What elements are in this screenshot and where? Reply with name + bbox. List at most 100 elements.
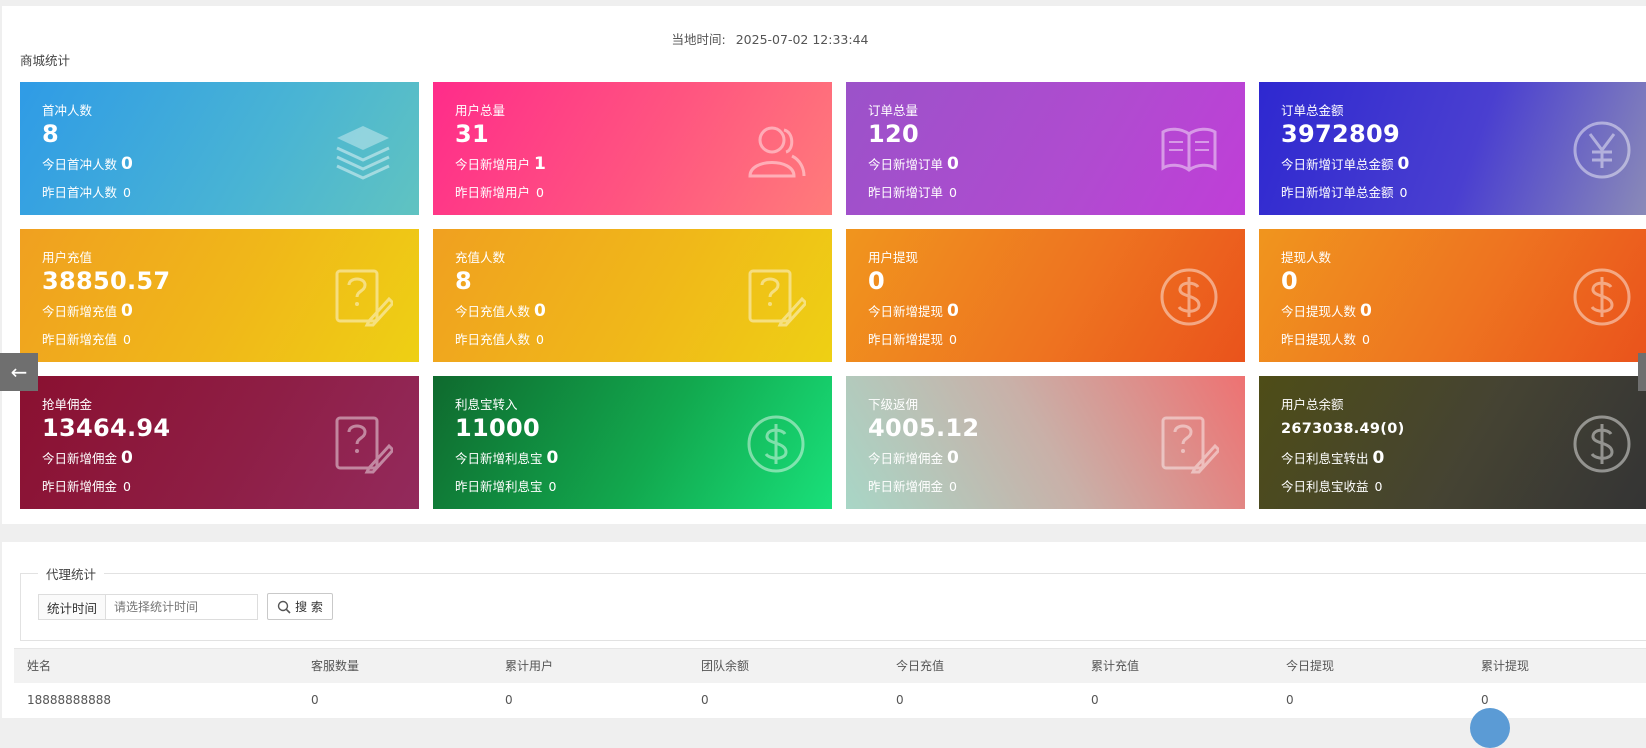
card-yesterday-label: 昨日充值人数 [455,332,531,347]
table-cell: 0 [1091,693,1099,707]
card-yesterday-label: 昨日新增利息宝 [455,479,543,494]
card-yesterday-label: 昨日新增订单总金额 [1281,185,1394,200]
card-title: 用户提现 [868,250,919,265]
card-yesterday-value: 0 [1362,332,1370,347]
card-title: 充值人数 [455,250,506,265]
local-time-value: 2025-07-02 12:33:44 [735,32,869,47]
table-cell: 0 [505,693,513,707]
yen-icon [1573,121,1631,179]
layers-icon [336,126,390,180]
card-today: 今日新增订单总金额 0 [1281,154,1409,174]
card-today-value: 1 [534,154,546,174]
column-header: 累计提现 [1481,659,1530,673]
card-yesterday-value: 0 [1374,479,1383,494]
table-row: 18888888888 0 0 0 0 0 0 0 [14,683,1646,719]
card-today-label: 今日利息宝转出 [1281,451,1369,466]
card-yesterday-label: 昨日提现人数 [1281,332,1357,347]
card-value: 3972809 [1281,120,1400,148]
card-yesterday-label: 昨日新增用户 [455,185,531,200]
users-icon [748,126,806,178]
card-today: 今日新增佣金 0 [868,448,959,468]
card-recharge-users: 充值人数 8 今日充值人数 0 昨日充值人数 0 [433,229,832,362]
card-yesterday: 昨日新增订单总金额 0 [1281,182,1407,201]
card-today: 今日首冲人数 0 [42,154,133,174]
card-today-label: 今日提现人数 [1281,304,1357,319]
card-today: 今日利息宝转出 0 [1281,448,1384,468]
card-today-label: 今日充值人数 [455,304,531,319]
card-today-label: 今日首冲人数 [42,157,118,172]
dollar-icon [747,415,805,473]
search-button-label: 搜 索 [295,600,323,614]
card-total-users: 用户总量 31 今日新增用户 1 昨日新增用户 0 [433,82,832,215]
card-today-value: 0 [947,301,959,321]
card-total-balance: 用户总余额 2673038.49(0) 今日利息宝转出 0 今日利息宝收益 0 [1259,376,1646,509]
card-today-label: 今日新增利息宝 [455,451,543,466]
card-today: 今日新增提现 0 [868,301,959,321]
card-today: 今日充值人数 0 [455,301,546,321]
card-today-value: 0 [546,448,559,468]
card-value: 4005.12 [868,414,980,442]
table-cell: 0 [311,693,319,707]
card-today-label: 今日新增用户 [455,157,531,172]
card-today: 今日新增用户 1 [455,154,546,174]
card-yesterday: 昨日新增利息宝 0 [455,476,556,495]
search-button[interactable]: 搜 索 [267,593,333,620]
card-today-value: 0 [1397,154,1410,174]
card-today-label: 今日新增订单 [868,157,944,172]
card-yesterday-label: 今日利息宝收益 [1281,479,1369,494]
card-title: 首冲人数 [42,103,93,118]
card-value: 38850.57 [42,267,171,295]
stat-time-input[interactable] [106,594,258,620]
card-yesterday: 昨日新增用户 0 [455,182,544,201]
column-header: 姓名 [27,659,52,673]
card-title: 抢单佣金 [42,397,93,412]
card-yesterday-label: 昨日新增提现 [868,332,944,347]
prev-arrow-button[interactable]: ← [0,353,38,391]
table-cell: 0 [1286,693,1294,707]
card-value: 0 [868,267,885,295]
table-cell: 0 [896,693,904,707]
agent-table-header: 姓名 客服数量 累计用户 团队余额 今日充值 累计充值 今日提现 累计提现 [14,648,1646,685]
card-title: 用户总余额 [1281,397,1344,412]
card-user-withdraw: 用户提现 0 今日新增提现 0 昨日新增提现 0 [846,229,1245,362]
card-today-value: 0 [947,448,959,468]
column-header: 今日充值 [896,659,945,673]
column-header: 累计用户 [505,659,554,673]
card-yesterday-value: 0 [548,479,557,494]
card-today-value: 0 [1360,301,1372,321]
dollar-icon [1573,268,1631,326]
agent-filter-fieldset [20,573,1646,641]
card-yesterday: 昨日新增佣金 0 [42,476,131,495]
card-today: 今日新增佣金 0 [42,448,133,468]
section-title: 商城统计 [20,53,71,68]
card-today: 今日新增订单 0 [868,154,959,174]
card-first-recharge: 首冲人数 8 今日首冲人数 0 昨日首冲人数 0 [20,82,419,215]
card-today-value: 0 [947,154,959,174]
card-today-label: 今日新增佣金 [868,451,944,466]
card-today-value: 0 [121,448,133,468]
card-title: 订单总金额 [1281,103,1344,118]
card-yesterday-label: 昨日新增佣金 [42,479,118,494]
card-today-label: 今日新增佣金 [42,451,118,466]
column-header: 今日提现 [1286,659,1335,673]
arrow-left-icon: ← [10,360,28,384]
card-today-value: 0 [534,301,546,321]
question-edit-icon [748,269,806,327]
card-today: 今日新增利息宝 0 [455,448,558,468]
card-today-value: 0 [121,154,133,174]
column-header: 累计充值 [1091,659,1140,673]
dollar-icon [1160,268,1218,326]
card-yesterday-value: 0 [536,332,544,347]
card-withdraw-users: 提现人数 0 今日提现人数 0 昨日提现人数 0 [1259,229,1646,362]
card-value: 11000 [455,414,540,442]
table-cell: 0 [701,693,709,707]
card-yesterday-value: 0 [536,185,544,200]
book-icon [1161,127,1217,172]
chat-bubble-button[interactable] [1470,708,1510,748]
agent-stats-legend: 代理统计 [38,564,105,583]
local-time: 当地时间: 2025-07-02 12:33:44 [0,29,1540,48]
next-arrow-button[interactable] [1638,353,1646,391]
card-yesterday-value: 0 [949,332,957,347]
card-today-label: 今日新增订单总金额 [1281,157,1394,172]
card-yesterday: 昨日新增订单 0 [868,182,957,201]
